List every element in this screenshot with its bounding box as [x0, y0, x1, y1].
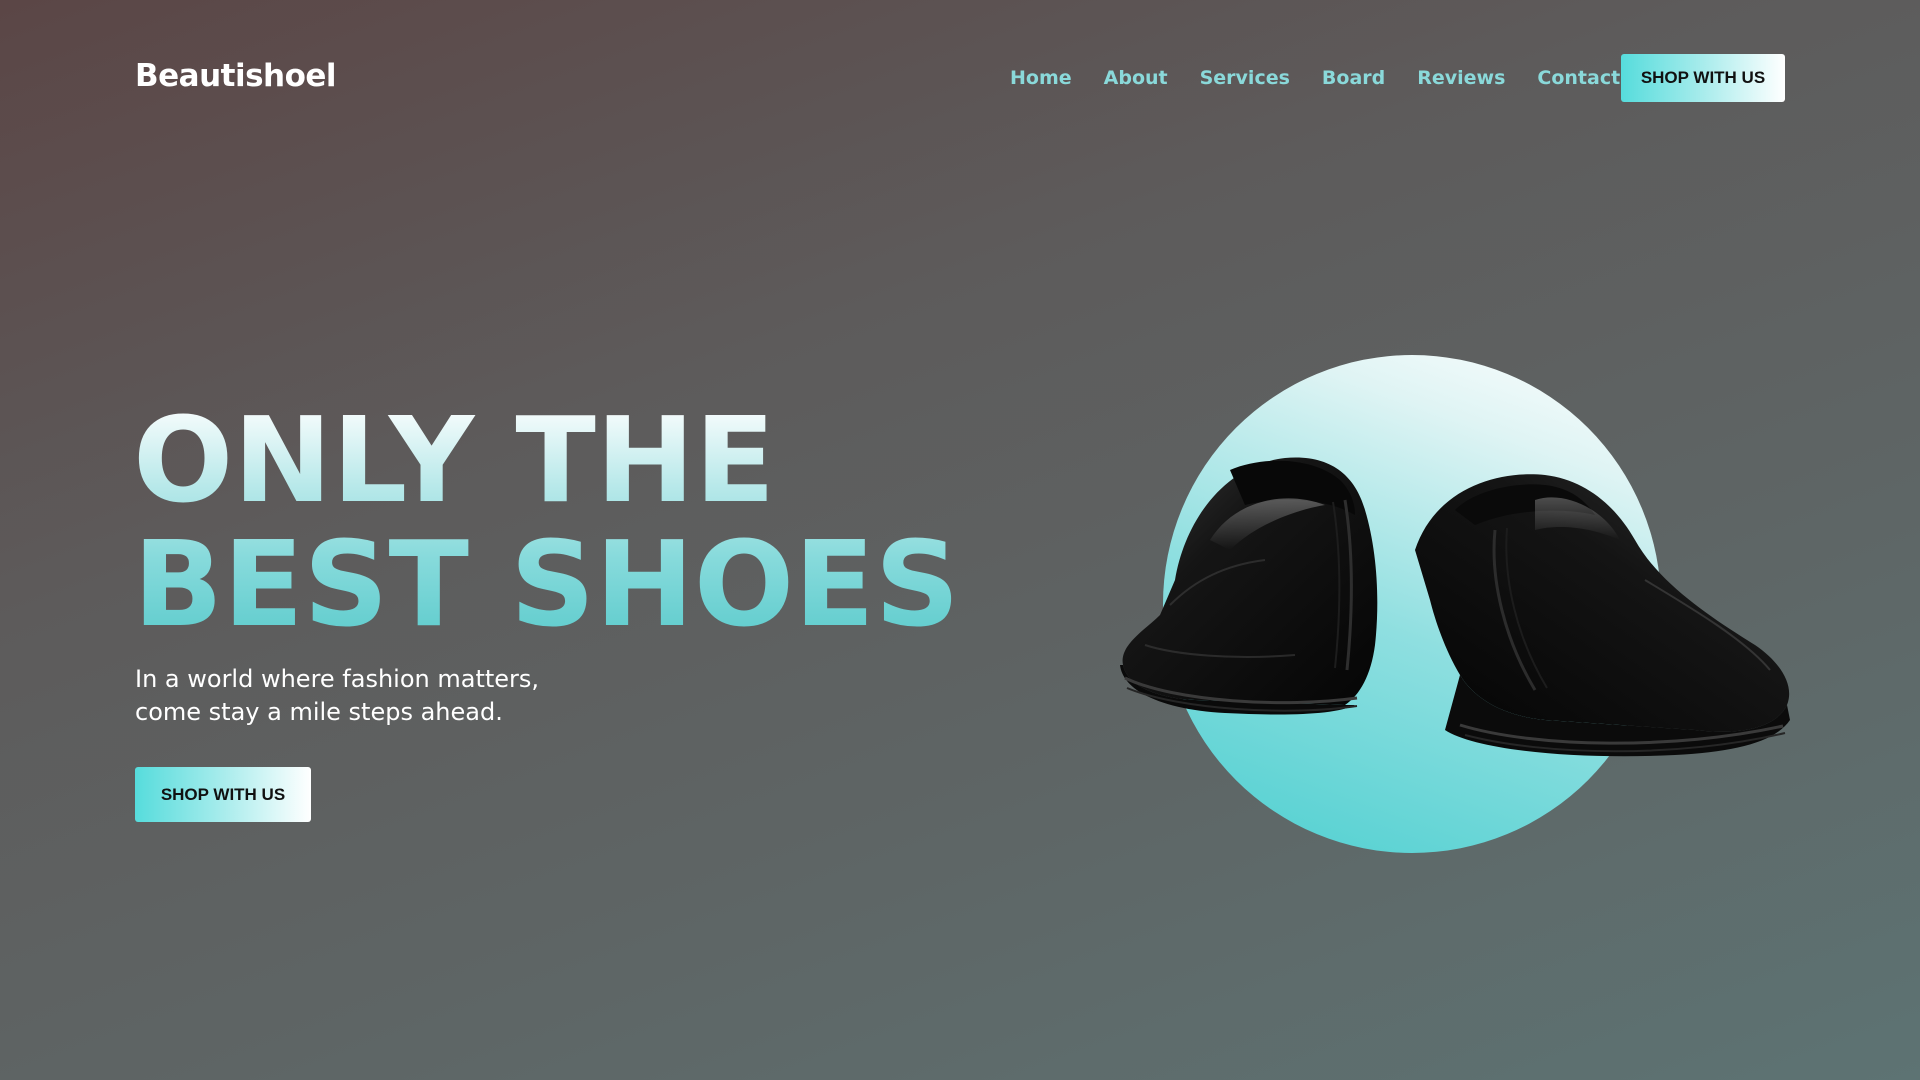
hero-subtext-line-2: come stay a mile steps ahead. [135, 698, 503, 726]
header-shop-button[interactable]: SHOP WITH US [1621, 54, 1785, 102]
brand-logo[interactable]: Beautishoel [135, 58, 337, 94]
hero-subtext: In a world where fashion matters, come s… [135, 663, 615, 729]
nav-link-reviews[interactable]: Reviews [1417, 67, 1505, 89]
nav-link-home[interactable]: Home [1010, 67, 1072, 89]
nav-link-contact[interactable]: Contact [1537, 67, 1620, 89]
nav-link-about[interactable]: About [1104, 67, 1168, 89]
hero-headline: ONLY THE BEST SHOES [133, 398, 960, 646]
left-shoe [1120, 457, 1378, 715]
hero-headline-line-2: BEST SHOES [133, 515, 960, 653]
black-leather-loafers-image [1120, 457, 1790, 757]
main-nav: Home About Services Board Reviews Contac… [1010, 54, 1652, 102]
nav-link-board[interactable]: Board [1322, 67, 1385, 89]
hero-headline-line-1: ONLY THE [133, 391, 776, 529]
hero-shop-button[interactable]: SHOP WITH US [135, 767, 311, 822]
nav-link-services[interactable]: Services [1200, 67, 1290, 89]
right-shoe [1415, 474, 1790, 757]
hero-subtext-line-1: In a world where fashion matters, [135, 665, 540, 693]
landing-page: Beautishoel Home About Services Board Re… [0, 0, 1920, 1080]
